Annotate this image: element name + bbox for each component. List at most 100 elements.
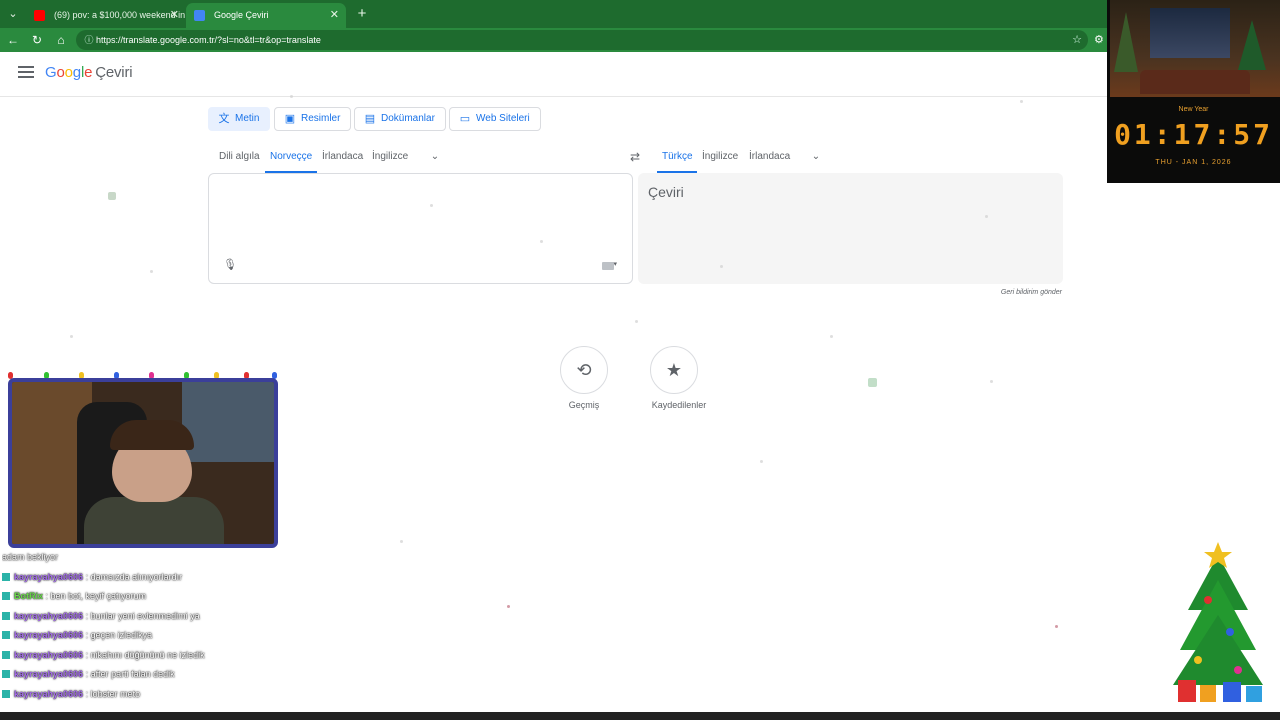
screen: { "browser": { "tabs": [ {"title": "(69)… bbox=[0, 0, 1280, 720]
tab-youtube[interactable]: (69) pov: a $100,000 weekend in P ✕ bbox=[26, 3, 186, 28]
stream-chat: adam bekliyor kayrayahya0606 : damsızda … bbox=[2, 548, 292, 720]
close-icon[interactable]: ✕ bbox=[330, 3, 339, 28]
saved-button[interactable]: ★ bbox=[650, 346, 698, 394]
target-lang-english[interactable]: İngilizce bbox=[702, 150, 738, 164]
cozy-room-image bbox=[1110, 0, 1280, 97]
translate-icon bbox=[194, 10, 205, 21]
target-lang-turkish[interactable]: Türkçe bbox=[662, 150, 693, 164]
chat-message: kayrayahya0606 : geçen izledikya bbox=[2, 626, 292, 646]
source-lang-detect[interactable]: Dili algıla bbox=[219, 150, 260, 164]
snow-particle bbox=[985, 215, 988, 218]
source-lang-english[interactable]: İngilizce bbox=[372, 150, 408, 164]
mode-documents-button[interactable]: ▤ Dokümanlar bbox=[354, 107, 446, 131]
source-lang-norwegian[interactable]: Norveççe bbox=[270, 150, 312, 164]
address-bar[interactable]: ⓘ https://translate.google.com.tr/?sl=no… bbox=[76, 30, 1088, 50]
clock-date: THU - JAN 1, 2026 bbox=[1155, 159, 1232, 166]
chat-text: : after parti falan dedik bbox=[85, 669, 175, 679]
history-label: Geçmiş bbox=[568, 400, 600, 410]
christmas-tree-icon bbox=[1173, 542, 1263, 702]
image-icon: ▣ bbox=[284, 113, 296, 125]
chat-user: kayrayahya0606 bbox=[14, 688, 84, 699]
send-feedback-link[interactable]: Geri bildirim gönder bbox=[1001, 289, 1062, 296]
mode-label: Dokümanlar bbox=[381, 113, 435, 124]
chat-message: kayrayahya0606 : bunlar yeni evlenmedimi… bbox=[2, 607, 292, 627]
chat-message: adam bekliyor bbox=[2, 548, 292, 568]
site-info-icon[interactable]: ⓘ bbox=[82, 33, 96, 47]
main-menu-icon[interactable] bbox=[18, 66, 34, 80]
keyboard-icon[interactable] bbox=[602, 262, 614, 270]
tab-strip: ⌄ (69) pov: a $100,000 weekend in P ✕ Go… bbox=[0, 0, 1280, 28]
back-button[interactable]: ← bbox=[4, 31, 22, 49]
chat-text: adam bekliyor bbox=[2, 552, 59, 562]
webcam-feed bbox=[8, 378, 278, 548]
bookmark-star-icon[interactable]: ☆ bbox=[1072, 30, 1082, 50]
subscriber-badge-icon bbox=[2, 689, 10, 698]
microphone-icon[interactable]: 🎙 bbox=[223, 258, 237, 272]
bottom-border bbox=[0, 712, 1280, 720]
snow-particle bbox=[635, 320, 638, 323]
google-translate-logo[interactable]: Google Çeviri bbox=[45, 64, 133, 81]
history-icon: ⟲ bbox=[576, 360, 592, 380]
tab-search-icon[interactable]: ⌄ bbox=[4, 5, 22, 23]
translate-text-icon: 文 bbox=[218, 113, 230, 125]
keyboard-chevron-icon[interactable]: ▾ bbox=[613, 260, 617, 268]
chat-user: BotRix bbox=[14, 591, 43, 601]
website-icon: ▭ bbox=[459, 113, 471, 125]
document-icon: ▤ bbox=[364, 113, 376, 125]
snow-particle bbox=[720, 265, 723, 268]
tab-google-translate[interactable]: Google Çeviri ✕ bbox=[186, 3, 346, 28]
chat-text: : lobster meto bbox=[85, 688, 141, 699]
snow-particle bbox=[150, 270, 153, 273]
clock-time: 01:17:57 bbox=[1114, 118, 1273, 151]
subscriber-badge-icon bbox=[2, 572, 10, 581]
chat-user: kayrayahya0606 bbox=[14, 610, 84, 621]
chat-text: : nikahını düğününü ne izledik bbox=[85, 649, 205, 660]
home-button[interactable]: ⌂ bbox=[52, 31, 70, 49]
tab-title: (69) pov: a $100,000 weekend in P bbox=[54, 10, 186, 20]
saved-label: Kaydedilenler bbox=[651, 400, 707, 410]
translation-output: Çeviri bbox=[638, 173, 1063, 284]
subscriber-badge-icon bbox=[2, 631, 10, 639]
subscriber-badge-icon bbox=[2, 650, 10, 659]
chat-user: kayrayahya0606 bbox=[14, 649, 84, 660]
snow-particle bbox=[290, 95, 293, 98]
tab-title: Google Çeviri bbox=[214, 10, 269, 20]
mode-images-button[interactable]: ▣ Resimler bbox=[274, 107, 352, 131]
source-lang-more-chevron-icon[interactable]: ⌄ bbox=[428, 150, 442, 164]
snow-particle bbox=[1020, 100, 1023, 103]
snowflake-icon bbox=[868, 378, 877, 387]
bot-badge-icon bbox=[2, 592, 10, 600]
chat-text: : bunlar yeni evlenmedimi ya bbox=[85, 610, 200, 621]
snowflake-icon bbox=[108, 192, 116, 200]
clock-label: New Year bbox=[1178, 106, 1209, 113]
target-lang-irish[interactable]: İrlandaca bbox=[749, 150, 790, 164]
close-icon[interactable]: ✕ bbox=[170, 3, 179, 28]
chat-message: kayrayahya0606 : damsızda alınıyorlardır bbox=[2, 568, 292, 588]
history-button[interactable]: ⟲ bbox=[560, 346, 608, 394]
clock-overlay bbox=[1107, 0, 1280, 183]
product-name: Çeviri bbox=[95, 64, 133, 81]
mode-label: Resimler bbox=[301, 113, 341, 124]
mode-text-button[interactable]: 文 Metin bbox=[208, 107, 271, 131]
translation-placeholder: Çeviri bbox=[648, 184, 684, 200]
app-header: Google Çeviri bbox=[0, 52, 1110, 97]
youtube-icon bbox=[34, 10, 45, 21]
chat-text: : ben bot, keyif çatıyorum bbox=[45, 591, 147, 601]
reload-button[interactable]: ↻ bbox=[28, 31, 46, 49]
snow-particle bbox=[400, 540, 403, 543]
chat-user: kayrayahya0606 bbox=[14, 669, 84, 679]
mode-label: Metin bbox=[235, 113, 260, 124]
snow-particle bbox=[70, 335, 73, 338]
target-lang-more-chevron-icon[interactable]: ⌄ bbox=[809, 150, 823, 164]
snow-particle bbox=[990, 380, 993, 383]
mode-websites-button[interactable]: ▭ Web Siteleri bbox=[449, 107, 541, 131]
swap-languages-icon[interactable]: ⇄ bbox=[627, 149, 643, 165]
subscriber-badge-icon bbox=[2, 670, 10, 678]
chat-message: kayrayahya0606 : after parti falan dedik bbox=[2, 665, 292, 685]
snow-particle bbox=[1055, 625, 1058, 628]
source-text-input[interactable]: 🎙 ▾ bbox=[208, 173, 633, 284]
new-tab-button[interactable]: + bbox=[352, 3, 372, 25]
browser-toolbar: ← ↻ ⌂ ⓘ https://translate.google.com.tr/… bbox=[0, 28, 1110, 52]
source-lang-irish[interactable]: İrlandaca bbox=[322, 150, 363, 164]
extension-icon[interactable]: ⚙ bbox=[1094, 31, 1108, 49]
